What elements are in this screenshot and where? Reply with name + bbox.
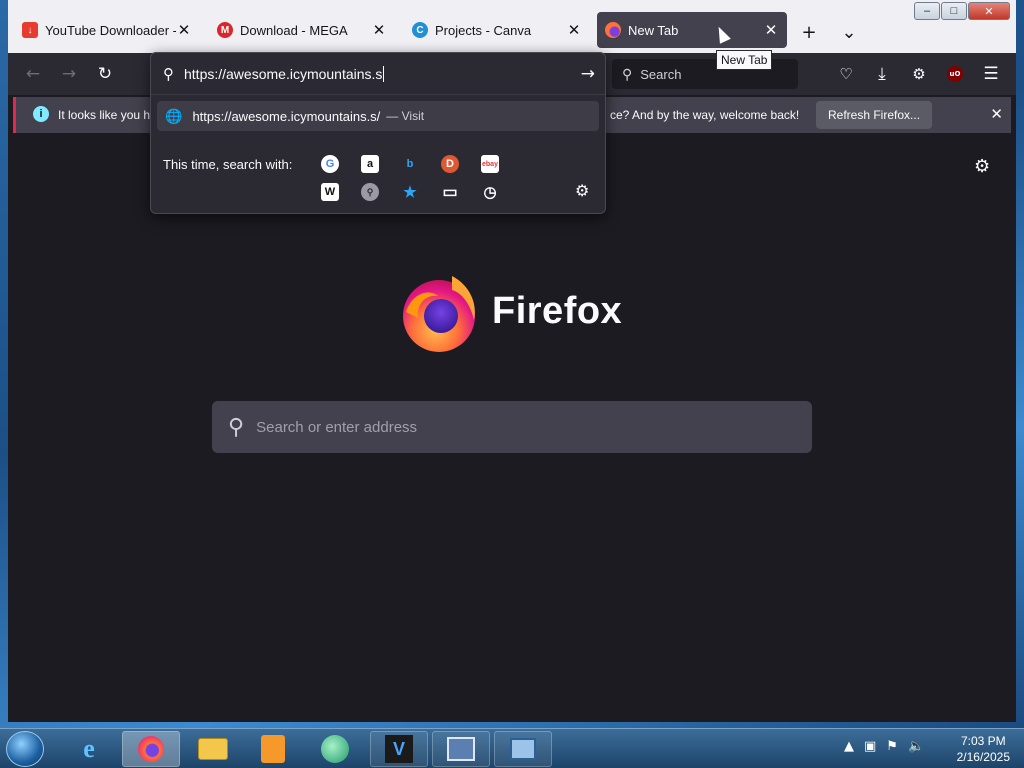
show-hidden-icons-button[interactable]: ▲ bbox=[844, 739, 854, 754]
close-tab-icon[interactable]: ✕ bbox=[176, 21, 192, 39]
extensions-button[interactable]: ⚙ bbox=[906, 61, 932, 87]
mega-icon: M bbox=[217, 22, 233, 38]
close-tab-icon[interactable]: ✕ bbox=[763, 21, 779, 39]
computer-icon bbox=[447, 737, 475, 761]
newtab-search-placeholder: Search or enter address bbox=[256, 418, 418, 436]
search-engine-button[interactable]: ⚲ bbox=[361, 183, 379, 201]
firefox-icon bbox=[138, 736, 164, 762]
tab-youtube-downloader[interactable]: ↓ YouTube Downloader - Do ✕ bbox=[14, 12, 200, 48]
youtube-downloader-icon: ↓ bbox=[22, 22, 38, 38]
media-player-taskbar-icon[interactable] bbox=[244, 731, 302, 767]
browser-window: ↓ YouTube Downloader - Do ✕ M Download -… bbox=[8, 0, 1016, 722]
suggestion-url: https://awesome.icymountains.s/ bbox=[192, 108, 381, 124]
search-icon: ⚲ bbox=[163, 64, 174, 83]
tabs-search-button[interactable]: ▭ bbox=[441, 183, 459, 201]
clock-date: 2/16/2025 bbox=[956, 750, 1010, 764]
info-icon: i bbox=[33, 106, 49, 122]
internet-explorer-taskbar-icon[interactable]: e bbox=[60, 731, 118, 767]
app-taskbar-icon[interactable] bbox=[306, 731, 364, 767]
monitor-icon bbox=[510, 738, 536, 760]
clock-time: 7:03 PM bbox=[960, 734, 1006, 748]
new-tab-button[interactable]: + bbox=[797, 20, 821, 44]
video-editor-taskbar-button[interactable]: V bbox=[370, 731, 428, 767]
list-all-tabs-button[interactable]: ⌄ bbox=[837, 20, 861, 44]
remote-app-taskbar-button[interactable] bbox=[494, 731, 552, 767]
search-with-label: This time, search with: bbox=[163, 157, 293, 172]
network-app-taskbar-button[interactable] bbox=[432, 731, 490, 767]
refresh-firefox-button[interactable]: Refresh Firefox... bbox=[816, 101, 933, 129]
folder-icon bbox=[198, 738, 228, 760]
globe-icon: 🌐 bbox=[165, 107, 183, 124]
go-arrow-button[interactable]: → bbox=[581, 64, 595, 84]
personalize-gear-icon[interactable]: ⚙ bbox=[974, 156, 990, 177]
file-explorer-taskbar-icon[interactable] bbox=[184, 731, 242, 767]
tab-new-tab[interactable]: New Tab ✕ bbox=[597, 12, 787, 48]
history-search-button[interactable]: ◷ bbox=[481, 183, 499, 201]
media-icon bbox=[261, 735, 285, 763]
url-dropdown-panel: ⚲ https://awesome.icymountains.s → 🌐 htt… bbox=[150, 52, 606, 214]
wikipedia-engine-button[interactable]: W bbox=[321, 183, 339, 201]
start-button[interactable] bbox=[6, 731, 44, 767]
reload-button[interactable]: ↻ bbox=[92, 61, 118, 87]
ublock-icon: uO bbox=[947, 66, 963, 82]
windows-taskbar: e V ▲ ▣ ⚑ 🔈 7:03 PM 2/16/2025 bbox=[0, 728, 1024, 768]
clock[interactable]: 7:03 PM 2/16/2025 bbox=[957, 733, 1010, 767]
tab-mega[interactable]: M Download - MEGA ✕ bbox=[209, 12, 395, 48]
flag-icon[interactable]: ⚑ bbox=[886, 739, 898, 754]
ublock-origin-button[interactable]: uO bbox=[942, 61, 968, 87]
search-icon: ⚲ bbox=[228, 414, 245, 439]
search-settings-gear-icon[interactable]: ⚙ bbox=[575, 181, 589, 200]
firefox-taskbar-button[interactable] bbox=[122, 731, 180, 767]
system-tray: ▲ ▣ ⚑ 🔈 bbox=[844, 739, 924, 754]
forward-button[interactable]: → bbox=[56, 61, 82, 87]
suggestion-action: — Visit bbox=[386, 109, 425, 123]
tab-canva[interactable]: C Projects - Canva ✕ bbox=[404, 12, 590, 48]
pocket-icon[interactable]: ♡ bbox=[833, 61, 859, 87]
tab-tooltip: New Tab bbox=[716, 50, 773, 70]
minimize-button[interactable]: – bbox=[914, 2, 940, 20]
url-suggestion-row[interactable]: 🌐 https://awesome.icymountains.s/ — Visi… bbox=[157, 101, 599, 131]
amazon-engine-button[interactable]: a bbox=[361, 155, 379, 173]
volume-icon[interactable]: 🔈 bbox=[908, 739, 924, 754]
downloads-button[interactable]: ⤓ bbox=[869, 61, 895, 87]
tab-label: New Tab bbox=[628, 22, 679, 38]
close-tab-icon[interactable]: ✕ bbox=[566, 21, 582, 39]
firefox-wordmark: Firefox bbox=[492, 290, 623, 332]
green-app-icon bbox=[321, 735, 349, 763]
ie-icon: e bbox=[83, 734, 95, 763]
search-bar-placeholder: Search bbox=[640, 66, 682, 82]
search-icon: ⚲ bbox=[622, 65, 633, 82]
menu-button[interactable]: ☰ bbox=[978, 61, 1004, 87]
network-icon[interactable]: ▣ bbox=[864, 739, 876, 754]
duckduckgo-engine-button[interactable]: D bbox=[441, 155, 459, 173]
close-tab-icon[interactable]: ✕ bbox=[371, 21, 387, 39]
firefox-icon bbox=[605, 22, 621, 38]
bing-engine-button[interactable]: b bbox=[401, 155, 419, 173]
notification-message-start: It looks like you ha bbox=[58, 108, 157, 122]
url-input-value[interactable]: https://awesome.icymountains.s bbox=[184, 65, 385, 82]
back-button[interactable]: ← bbox=[20, 61, 46, 87]
tab-strip: ↓ YouTube Downloader - Do ✕ M Download -… bbox=[8, 0, 1016, 53]
tab-label: YouTube Downloader - Do bbox=[45, 22, 176, 38]
google-engine-button[interactable]: G bbox=[321, 155, 339, 173]
firefox-logo-icon bbox=[403, 276, 475, 352]
notification-message-end: ce? And by the way, welcome back! bbox=[610, 108, 800, 122]
ebay-engine-button[interactable]: ebay bbox=[481, 155, 499, 173]
editor-icon: V bbox=[385, 735, 413, 763]
maximize-button[interactable]: □ bbox=[941, 2, 967, 20]
newtab-search-box[interactable]: ⚲ Search or enter address bbox=[212, 401, 812, 453]
bookmarks-search-button[interactable]: ★ bbox=[401, 183, 419, 201]
tab-label: Projects - Canva bbox=[435, 22, 532, 38]
url-bar[interactable]: ⚲ https://awesome.icymountains.s → bbox=[151, 53, 605, 95]
close-window-button[interactable]: ✕ bbox=[968, 2, 1010, 20]
tab-label: Download - MEGA bbox=[240, 22, 348, 38]
canva-icon: C bbox=[412, 22, 428, 38]
close-notification-icon[interactable]: ✕ bbox=[990, 105, 1003, 123]
